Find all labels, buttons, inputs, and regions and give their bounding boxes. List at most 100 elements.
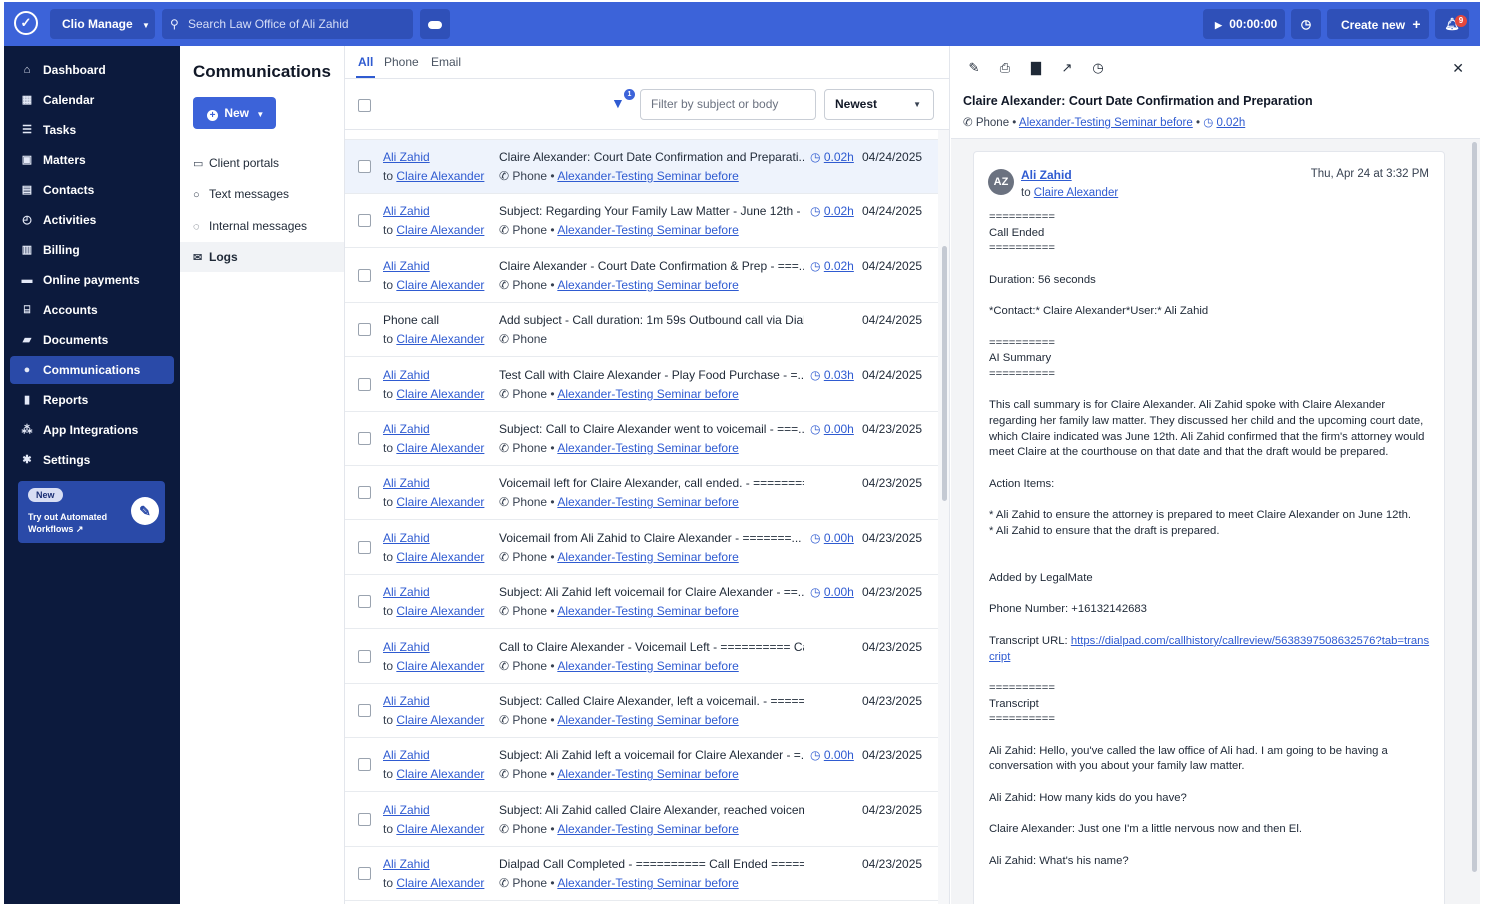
row-matter-link[interactable]: Alexander-Testing Seminar before [557,550,738,564]
automated-workflows-promo[interactable]: New Try out Automated Workflows ↗ ✎ [18,481,165,543]
row-to-link[interactable]: Claire Alexander [396,169,484,183]
message-from-link[interactable]: Ali Zahid [1021,168,1072,182]
table-row[interactable]: Ali Zahid to Claire Alexander Subject: Ali… [345,575,938,630]
table-row[interactable]: Ali Zahid to Claire Alexander Voicemail le… [345,466,938,521]
row-from[interactable]: Ali Zahid [383,476,430,490]
row-checkbox[interactable] [358,649,371,663]
row-matter-link[interactable]: Alexander-Testing Seminar before [557,495,738,509]
row-to-link[interactable]: Claire Alexander [396,713,484,727]
row-checkbox[interactable] [358,867,371,881]
comm-item-client-portals[interactable]: ▭ Client portals [180,148,344,178]
row-matter-link[interactable]: Alexander-Testing Seminar before [557,223,738,237]
row-from[interactable]: Ali Zahid [383,694,430,708]
row-checkbox[interactable] [358,595,371,609]
table-row[interactable]: to Claire Alexander✆ Phone [345,130,938,140]
row-to-link[interactable]: Claire Alexander [396,604,484,618]
row-matter-link[interactable]: Alexander-Testing Seminar before [557,713,738,727]
row-checkbox[interactable] [358,812,371,826]
row-matter-link[interactable]: Alexander-Testing Seminar before [557,387,738,401]
filter-subject-input[interactable]: Filter by subject or body [640,89,816,120]
app-switcher-button[interactable]: Clio Manage ▼ [50,9,155,39]
print-icon[interactable]: ⎙ [996,60,1014,76]
nav-item-communications[interactable]: ● Communications [10,356,174,384]
nav-item-documents[interactable]: ▰ Documents [10,326,174,354]
row-matter-link[interactable]: Alexander-Testing Seminar before [557,604,738,618]
delete-icon[interactable]: ▇ [1027,60,1045,76]
table-row[interactable]: Ali Zahid to Claire Alexander Voicemail fr… [345,520,938,575]
row-from[interactable]: Ali Zahid [383,585,430,599]
row-checkbox[interactable] [358,486,371,500]
row-checkbox[interactable] [358,323,371,337]
row-duration[interactable]: ◷ 0.00h [810,531,854,545]
filter-icon[interactable]: ▼ [611,95,625,111]
tab-all[interactable]: All [355,55,376,78]
table-row[interactable]: Ali Zahid to Claire Alexander Subject: Cal… [345,684,938,738]
row-duration-link[interactable]: 0.00h [824,748,854,762]
row-duration-link[interactable]: 0.00h [824,422,854,436]
row-duration-link[interactable]: 0.03h [824,368,854,382]
row-duration[interactable]: ◷ 0.00h [810,422,854,436]
new-communication-button[interactable]: + New ▼ [193,97,276,129]
notifications-button[interactable]: 🔔︎ 9 [1435,9,1469,39]
row-duration[interactable]: ◷ 0.02h [810,204,854,218]
edit-icon[interactable]: ✎ [965,60,983,76]
row-checkbox[interactable] [358,704,371,717]
row-checkbox[interactable] [358,160,371,173]
row-matter-link[interactable]: Alexander-Testing Seminar before [557,278,738,292]
table-row[interactable]: Ali Zahid to Claire Alexander Claire Alexa… [345,248,938,303]
row-matter-link[interactable]: Alexander-Testing Seminar before [557,659,738,673]
row-from[interactable]: Ali Zahid [383,422,430,436]
timer-history-button[interactable]: ◷ [1291,9,1321,39]
row-to-link[interactable]: Claire Alexander [396,822,484,836]
row-duration-link[interactable]: 0.00h [824,585,854,599]
row-to-link[interactable]: Claire Alexander [396,223,484,237]
row-to-link[interactable]: Claire Alexander [396,876,484,890]
row-from[interactable]: Ali Zahid [383,640,430,654]
detail-duration-link[interactable]: 0.02h [1216,117,1245,129]
row-duration[interactable]: ◷ 0.03h [810,368,854,382]
row-to-link[interactable]: Claire Alexander [396,278,484,292]
global-search-input[interactable]: ⚲ Search Law Office of Ali Zahid [162,9,413,39]
nav-item-settings[interactable]: ✱ Settings [10,446,174,474]
select-all-checkbox[interactable] [358,99,371,112]
row-duration[interactable]: ◷ 0.02h [810,259,854,273]
row-to-link[interactable]: Claire Alexander [396,332,484,346]
comm-item-internal-messages[interactable]: ◌ Internal messages [180,211,344,241]
row-matter-link[interactable]: Alexander-Testing Seminar before [557,441,738,455]
row-to-link[interactable]: Claire Alexander [396,659,484,673]
table-row[interactable]: Phone call to Claire Alexander Add subject… [345,303,938,358]
row-duration[interactable]: ◷ 0.00h [810,585,854,599]
row-from[interactable]: Ali Zahid [383,803,430,817]
row-duration-link[interactable]: 0.02h [824,204,854,218]
transcript-url-link[interactable]: https://dialpad.com/callhistory/callrevi… [989,635,1429,663]
timer-button[interactable]: ▶ 00:00:00 [1203,9,1285,39]
table-row[interactable]: Ali Zahid to Claire Alexander Call to Clai… [345,629,938,684]
history-icon[interactable]: ◷ [1089,60,1107,76]
nav-item-tasks[interactable]: ☰ Tasks [10,116,174,144]
open-external-icon[interactable]: ↗ [1058,60,1076,76]
comm-item-logs[interactable]: ✉ Logs [180,242,344,272]
row-to-link[interactable]: Claire Alexander [396,550,484,564]
row-to-link[interactable]: Claire Alexander [396,767,484,781]
nav-item-dashboard[interactable]: ⌂ Dashboard [10,56,174,84]
row-to-link[interactable]: Claire Alexander [396,441,484,455]
row-from[interactable]: Ali Zahid [383,150,430,164]
row-checkbox[interactable] [358,377,371,391]
row-from[interactable]: Ali Zahid [383,368,430,382]
row-checkbox[interactable] [358,214,371,228]
nav-item-accounts[interactable]: ⌸ Accounts [10,296,174,324]
nav-item-reports[interactable]: ▮ Reports [10,386,174,414]
nav-item-app-integrations[interactable]: ⁂ App Integrations [10,416,174,444]
tab-email[interactable]: Email [431,55,461,69]
row-from[interactable]: Ali Zahid [383,531,430,545]
clio-logo-icon[interactable]: ✓ [14,11,38,35]
table-row[interactable]: Ali Zahid to Claire Alexander Subject: Cal… [345,412,938,466]
row-to-link[interactable]: Claire Alexander [396,387,484,401]
detail-matter-link[interactable]: Alexander-Testing Seminar before [1019,117,1193,129]
tab-phone[interactable]: Phone [384,55,419,69]
row-to-link[interactable]: Claire Alexander [396,495,484,509]
comm-item-text-messages[interactable]: ○ Text messages [180,179,344,209]
nav-item-billing[interactable]: ▥ Billing [10,236,174,264]
list-scrollbar-thumb[interactable] [942,246,947,501]
nav-item-online-payments[interactable]: ▬ Online payments [10,266,174,294]
